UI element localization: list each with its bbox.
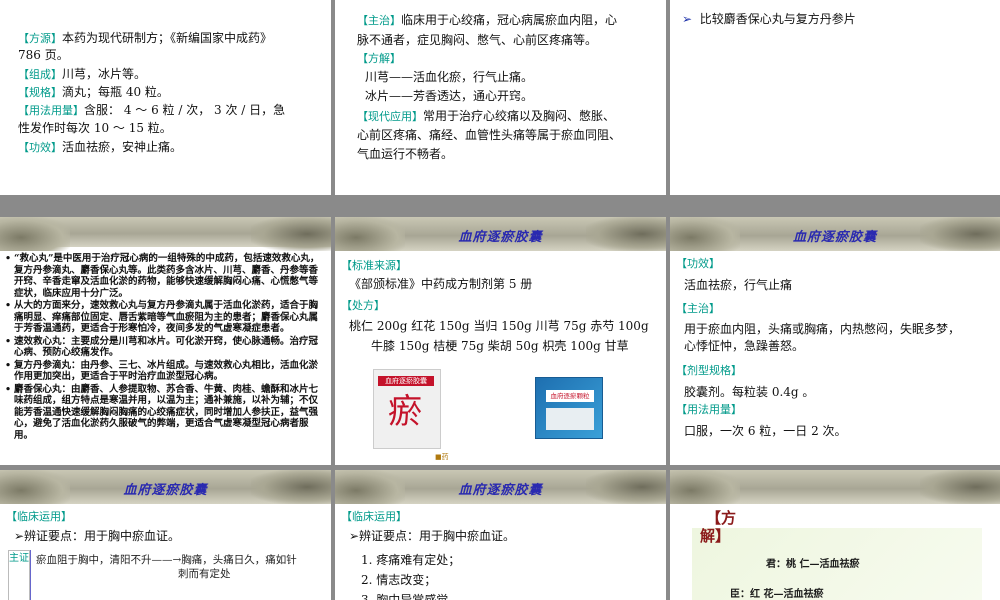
indication-heading: 【主治】 <box>676 302 720 315</box>
usage-heading: 【用法用量】 <box>676 403 742 416</box>
slide-xuefu-source: 血府逐瘀胶囊 【标准来源】 《部颁标准》中药成方制剂第 5 册 【处方】 桃仁 … <box>335 217 666 465</box>
form-heading: 【剂型规格】 <box>676 364 742 377</box>
slide-compare: ➢ 比较麝香保心丸与复方丹参片 <box>670 0 1000 195</box>
dosage-line-2: 性发作时每次 10 ～ 15 粒。 <box>18 121 172 135</box>
slide-banner: 血府逐瘀胶囊 <box>335 470 666 504</box>
capsule-box-image: 血府逐瘀胶囊 瘀 <box>373 369 441 449</box>
clinical-heading: 【临床运用】 <box>6 510 72 523</box>
prescription-line-2: 牛膝 150g 桔梗 75g 柴胡 50g 枳壳 100g 甘草 <box>371 339 629 353</box>
standard-text: 《部颁标准》中药成方制剂第 5 册 <box>349 277 533 291</box>
indication-text-2: 心悸怔忡，急躁善怒。 <box>684 339 805 353</box>
composition-line: 【组成】川芎，冰片等。 <box>18 67 147 81</box>
standard-heading: 【标准来源】 <box>341 259 407 272</box>
slide-fangjie: 【方 解】 君：桃 仁—活血祛瘀 臣：红 花—活血祛瘀 <box>670 470 1000 600</box>
main-symptom-label: 主证 <box>8 550 30 600</box>
slide-fangyuan: 【方源】本药为现代研制方；《新编国家中成药》 786 页。 【组成】川芎，冰片等… <box>0 0 331 195</box>
bullet-list: “救心丸”是中医用于治疗冠心病的一组特殊的中成药，包括速效救心丸，复方丹参滴丸、… <box>0 253 330 442</box>
prescription-line-1: 桃仁 200g 红花 150g 当归 150g 川芎 75g 赤芍 100g <box>349 319 649 333</box>
list-item: 复方丹参滴丸：由丹参、三七、冰片组成。与速效救心丸相比，活血化淤作用更加突出，更… <box>5 360 324 383</box>
pathology-line: 瘀血阻于胸中，清阳不升——→胸痛，头痛日久，痛如针 <box>36 554 297 566</box>
list-item: 麝香保心丸：由麝香、人参提取物、苏合香、牛黄、肉桂、蟾酥和冰片七味药组成，组方特… <box>5 384 324 442</box>
jun-line: 君：桃 仁—活血祛瘀 <box>766 559 860 570</box>
spec-line: 【规格】滴丸；每瓶 40 粒。 <box>18 85 169 99</box>
banner-title: 血府逐瘀胶囊 <box>792 230 877 245</box>
slide-xuefu-effect: 血府逐瘀胶囊 【功效】 活血祛瘀，行气止痛 【主治】 用于瘀血内阻，头痛或胸痛，… <box>670 217 1000 465</box>
modern-use-line-3: 气血运行不畅者。 <box>357 147 454 161</box>
point-1: 1. 疼痛难有定处； <box>361 553 461 567</box>
point-2: 2. 情志改变； <box>361 573 437 587</box>
arrow-bullet-icon: ➢ <box>682 12 693 26</box>
chuanxiong-line: 川芎——活血化瘀，行气止痛。 <box>365 70 534 84</box>
slide-banner <box>0 217 331 251</box>
effect-heading: 【功效】 <box>676 257 720 270</box>
diagnosis-point: ➢辨证要点：用于胸中瘀血证。 <box>14 529 181 543</box>
compare-line: ➢ 比较麝香保心丸与复方丹参片 <box>682 12 856 26</box>
modern-use-line: 【现代应用】常用于治疗心绞痛以及胸闷、憋胀、 <box>357 109 616 123</box>
clinical-heading: 【临床运用】 <box>341 510 407 523</box>
modern-use-line-2: 心前区疼痛、痛经、血管性头痛等属于瘀血同阻、 <box>357 128 622 142</box>
effect-text: 活血祛瘀，行气止痛 <box>684 278 793 292</box>
banner-title: 血府逐瘀胶囊 <box>458 230 543 245</box>
fangjie-title-2: 解】 <box>700 527 731 545</box>
indication-line-2: 脉不通者，症见胸闷、憋气、心前区疼痛等。 <box>357 33 598 47</box>
list-item: “救心丸”是中医用于治疗冠心病的一组特殊的中成药，包括速效救心丸，复方丹参滴丸、… <box>5 253 324 299</box>
source-page: 786 页。 <box>18 48 69 62</box>
diagnosis-point: ➢辨证要点：用于胸中瘀血证。 <box>349 529 516 543</box>
fangjie-heading: 【方解】 <box>357 52 401 65</box>
slide-jiuxinwan: “救心丸”是中医用于治疗冠心病的一组特殊的中成药，包括速效救心丸，复方丹参滴丸、… <box>0 217 331 465</box>
fangjie-title: 【方 <box>706 509 737 527</box>
usage-text: 口服，一次 6 粒，一日 2 次。 <box>684 424 847 438</box>
prescription-heading: 【处方】 <box>341 299 385 312</box>
granule-box-image: 血府逐瘀颗粒 <box>535 377 603 439</box>
list-item: 从大的方面来分，速效救心丸与复方丹参滴丸属于活血化淤药，适合于胸痛明显、痒痛部位… <box>5 300 324 335</box>
indication-text: 用于瘀血内阻，头痛或胸痛，内热憋闷，失眠多梦， <box>684 322 961 336</box>
yu-character: 瘀 <box>388 392 422 432</box>
publisher-logo: ■药 <box>435 453 449 461</box>
pathology-line-2: 刺而有定处 <box>178 568 231 580</box>
point-3: 3. 胸中异常感觉 <box>361 593 449 600</box>
slide-banner <box>670 470 1000 504</box>
bingpian-line: 冰片——芳香透达，通心开窍。 <box>365 89 534 103</box>
slide-clinical-2: 血府逐瘀胶囊 【临床运用】 ➢辨证要点：用于胸中瘀血证。 1. 疼痛难有定处； … <box>335 470 666 600</box>
slide-banner: 血府逐瘀胶囊 <box>670 217 1000 251</box>
chen-line: 臣：红 花—活血祛瘀 <box>730 589 824 600</box>
slide-banner: 血府逐瘀胶囊 <box>335 217 666 251</box>
form-text: 胶囊剂。每粒装 0.4g 。 <box>684 385 815 399</box>
slide-clinical-1: 血府逐瘀胶囊 【临床运用】 ➢辨证要点：用于胸中瘀血证。 瘀血阻于胸中，清阳不升… <box>0 470 331 600</box>
dosage-line: 【用法用量】含服： 4 ～ 6 粒 / 次， 3 次 / 日，急 <box>18 103 286 117</box>
banner-title: 血府逐瘀胶囊 <box>123 483 208 498</box>
indication-line: 【主治】临床用于心绞痛，冠心病属瘀血内阻，心 <box>357 13 618 27</box>
slide-zhuzhi: 【主治】临床用于心绞痛，冠心病属瘀血内阻，心 脉不通者，症见胸闷、憋气、心前区疼… <box>335 0 666 195</box>
source-line: 【方源】本药为现代研制方；《新编国家中成药》 <box>18 31 273 45</box>
slide-banner: 血府逐瘀胶囊 <box>0 470 331 504</box>
effect-line: 【功效】活血祛瘀，安神止痛。 <box>18 140 183 154</box>
banner-title: 血府逐瘀胶囊 <box>458 483 543 498</box>
list-item: 速效救心丸：主要成分是川芎和冰片。可化淤开窍，使心脉通畅。治疗冠心病、预防心绞痛… <box>5 336 324 359</box>
